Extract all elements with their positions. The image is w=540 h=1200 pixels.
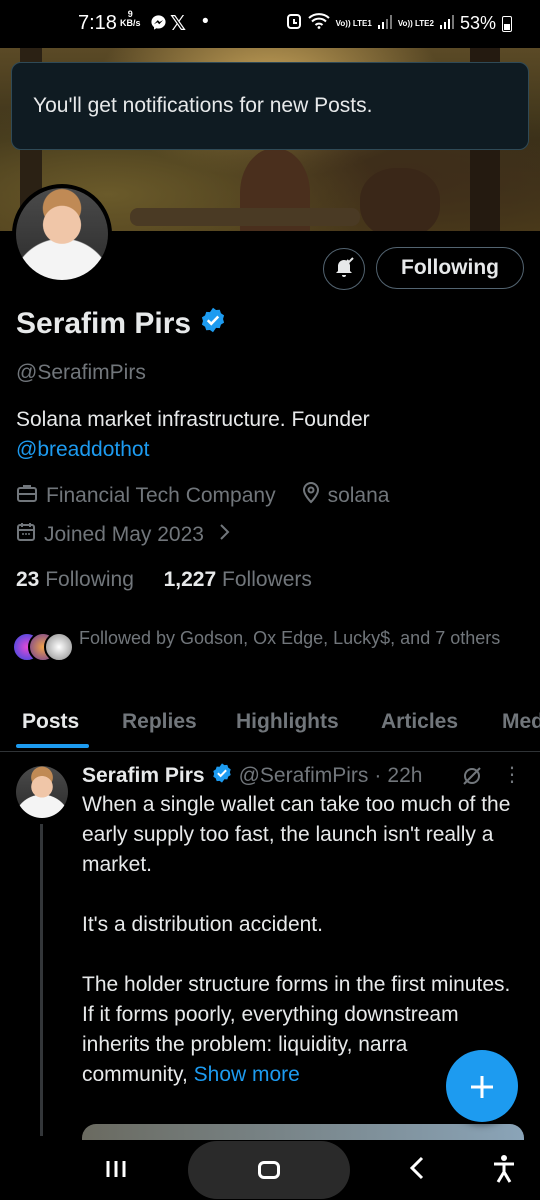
followers-stat[interactable]: 1,227 Followers — [164, 568, 312, 591]
post-paragraph: If it forms poorly, everything downstrea… — [82, 1003, 459, 1056]
post-paragraph: When a single wallet can take too much o… — [82, 793, 511, 876]
status-bar: 7:18 9 KB/s 𝕏 • Vo)) LTE1 Vo)) LTE2 53% — [0, 0, 540, 48]
home-icon — [258, 1161, 280, 1179]
battery-percent: 53% — [459, 13, 496, 33]
profile-name: Serafim Pirs — [16, 307, 192, 340]
signal-icon — [439, 13, 454, 34]
profile-avatar[interactable] — [12, 184, 112, 284]
thread-line — [40, 824, 43, 1136]
messenger-icon — [150, 14, 167, 37]
location-icon — [302, 482, 320, 510]
toast-text: You'll get notifications for new Posts. — [33, 94, 373, 117]
post-author-avatar[interactable] — [16, 766, 68, 818]
grok-icon[interactable] — [460, 764, 484, 793]
post-author-name[interactable]: Serafim Pirs — [82, 764, 205, 788]
wifi-icon — [307, 13, 330, 34]
tab-replies[interactable]: Replies — [122, 710, 197, 734]
compose-post-button[interactable] — [446, 1050, 518, 1122]
followed-by-avatars — [12, 632, 78, 666]
avatar-image — [16, 188, 108, 280]
profile-stats: 23 Following 1,227 Followers — [16, 568, 312, 592]
clock: 7:18 — [78, 12, 117, 34]
profile-joined: Joined May 2023 — [44, 523, 204, 546]
post-body: When a single wallet can take too much o… — [82, 790, 527, 1090]
recent-apps-icon[interactable] — [105, 1158, 127, 1186]
profile-bio: Solana market infrastructure. Founder @b… — [16, 405, 370, 465]
network-speed: 9 KB/s — [120, 9, 141, 28]
show-more-link[interactable]: Show more — [194, 1063, 300, 1086]
tab-media[interactable]: Media — [502, 710, 540, 734]
profile-name-row: Serafim Pirs — [16, 306, 227, 342]
profile-category: Financial Tech Company — [46, 484, 276, 507]
verified-badge-icon — [211, 762, 233, 790]
post-paragraph: It's a distribution accident. — [82, 913, 323, 936]
bell-check-icon — [332, 255, 356, 284]
system-navigation-bar — [0, 1140, 540, 1200]
accessibility-icon[interactable] — [492, 1154, 516, 1189]
chevron-right-icon — [218, 523, 230, 547]
tab-articles[interactable]: Articles — [381, 710, 458, 734]
post-author-handle: @SerafimPirs — [238, 764, 369, 787]
follower-avatar — [44, 632, 74, 662]
lte1-indicator: Vo)) LTE1 — [335, 18, 372, 28]
banner-log — [130, 208, 360, 226]
post-paragraph: The holder structure forms in the first … — [82, 973, 511, 996]
dot-icon: • — [202, 11, 209, 32]
battery-icon — [502, 15, 512, 32]
profile-location: solana — [327, 484, 390, 507]
briefcase-icon — [16, 483, 38, 509]
active-tab-indicator — [16, 744, 89, 748]
profile-meta-row: Financial Tech Company solana — [16, 482, 389, 510]
alarm-icon — [286, 12, 302, 35]
back-icon[interactable] — [408, 1154, 426, 1189]
banner-bear — [360, 168, 440, 231]
avatar-image — [16, 766, 68, 818]
profile-handle: @SerafimPirs — [16, 361, 146, 384]
notification-toast: You'll get notifications for new Posts. — [11, 62, 529, 150]
signal-icon — [377, 13, 392, 34]
calendar-icon — [16, 522, 36, 548]
status-icons: Vo)) LTE1 Vo)) LTE2 53% — [286, 12, 512, 35]
followed-by-text: Followed by Godson, Ox Edge, Lucky$, and… — [79, 628, 501, 648]
profile-joined-row[interactable]: Joined May 2023 — [16, 522, 230, 548]
following-stat[interactable]: 23 Following — [16, 568, 134, 591]
post-separator: · — [374, 764, 382, 787]
bio-text: Solana market infrastructure. Founder — [16, 408, 370, 431]
tab-highlights[interactable]: Highlights — [236, 710, 339, 734]
post-age: 22h — [387, 764, 423, 787]
home-button[interactable] — [188, 1141, 350, 1199]
notifications-bell-button[interactable] — [323, 248, 365, 290]
more-options-icon[interactable]: ⋮ — [502, 762, 522, 787]
bio-link[interactable]: @breaddothot — [16, 435, 370, 465]
x-icon: 𝕏 — [170, 13, 187, 35]
following-button[interactable]: Following — [376, 247, 524, 289]
lte2-indicator: Vo)) LTE2 — [397, 18, 434, 28]
plus-icon — [469, 1062, 495, 1110]
post-header: Serafim Pirs @SerafimPirs · 22h — [82, 762, 422, 790]
tab-posts[interactable]: Posts — [22, 710, 79, 734]
verified-badge-icon[interactable] — [199, 306, 227, 342]
followed-by[interactable]: Followed by Godson, Ox Edge, Lucky$, and… — [12, 624, 532, 678]
